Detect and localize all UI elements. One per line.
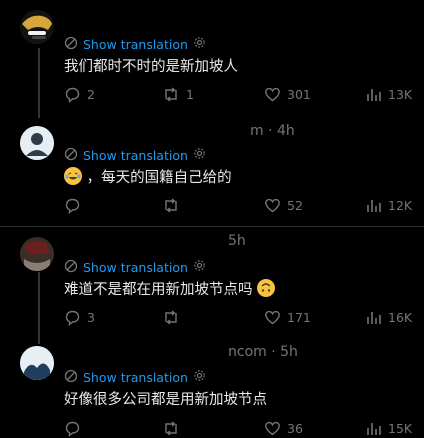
views-button[interactable]: 15K xyxy=(366,418,412,438)
avatar[interactable] xyxy=(20,126,54,160)
reply-count: 2 xyxy=(87,86,95,102)
redacted-name xyxy=(60,120,250,142)
like-icon xyxy=(265,198,280,212)
tweet-text: 好像很多公司都是用新加坡节点 xyxy=(64,388,267,409)
reply-icon xyxy=(65,421,80,437)
retweet-count: 1 xyxy=(186,86,194,102)
show-translation-link[interactable]: Show translation xyxy=(64,35,206,53)
avatar[interactable] xyxy=(20,237,54,271)
views-icon xyxy=(367,422,381,435)
retweet-button[interactable] xyxy=(162,307,186,327)
retweet-icon xyxy=(165,420,177,436)
like-icon xyxy=(265,87,280,101)
redacted-name xyxy=(60,231,225,253)
tweet[interactable]: m · 4h Show translation ，每天的国籍自己给的 52 12… xyxy=(0,118,424,226)
gear-icon[interactable] xyxy=(193,147,206,163)
tweet-actions: 36 15K xyxy=(64,418,414,438)
globe-translate-icon xyxy=(64,259,78,276)
tweet-text-content: 难道不是都在用新加坡节点吗 xyxy=(64,282,253,298)
tweet-text: 我们都时不时的是新加坡人 xyxy=(64,55,238,76)
upside-down-face-emoji-icon xyxy=(257,279,276,297)
globe-translate-icon xyxy=(64,36,78,53)
view-count: 16K xyxy=(388,309,413,325)
like-button[interactable]: 301 xyxy=(264,84,311,104)
tweet-text: 难道不是都在用新加坡节点吗 xyxy=(64,278,276,299)
tweet-text-content: 好像很多公司都是用新加坡节点 xyxy=(64,392,267,408)
like-icon xyxy=(265,310,280,324)
views-button[interactable]: 12K xyxy=(366,195,412,215)
views-icon xyxy=(367,311,381,324)
reply-icon xyxy=(65,198,80,214)
show-translation-link[interactable]: Show translation xyxy=(64,146,206,164)
tweet-actions: 52 12K xyxy=(64,195,414,215)
like-count: 52 xyxy=(287,197,303,213)
tweet-text-content: 我们都时不时的是新加坡人 xyxy=(64,59,238,75)
view-count: 15K xyxy=(388,420,413,436)
retweet-icon xyxy=(165,197,177,213)
tweet[interactable]: ncom · 5h Show translation 好像很多公司都是用新加坡节… xyxy=(0,338,424,437)
like-button[interactable]: 36 xyxy=(264,418,303,438)
like-button[interactable]: 52 xyxy=(264,195,303,215)
views-button[interactable]: 16K xyxy=(366,307,412,327)
tweet-actions: 2 1 301 13K xyxy=(64,84,414,104)
avatar[interactable] xyxy=(20,10,54,44)
laughing-tears-emoji-icon xyxy=(64,167,82,185)
retweet-button[interactable] xyxy=(162,418,186,438)
reply-button[interactable] xyxy=(64,418,87,438)
show-translation-label: Show translation xyxy=(83,369,188,385)
like-count: 36 xyxy=(287,420,303,436)
views-icon xyxy=(367,88,381,101)
tweet[interactable]: 5h Show translation 难道不是都在用新加坡节点吗 3 171 xyxy=(0,227,424,337)
like-count: 301 xyxy=(287,86,311,102)
reply-icon xyxy=(65,87,80,103)
tweet[interactable]: Show translation 我们都时不时的是新加坡人 2 1 301 13… xyxy=(0,0,424,118)
tweet-handle-time: m · 4h xyxy=(250,123,295,139)
show-translation-link[interactable]: Show translation xyxy=(64,258,206,276)
tweet-handle-time: ncom · 5h xyxy=(228,344,298,360)
gear-icon[interactable] xyxy=(193,36,206,52)
reply-button[interactable] xyxy=(64,195,87,215)
tweet-handle-time: 5h xyxy=(228,233,246,249)
tweet-text: ，每天的国籍自己给的 xyxy=(64,166,232,187)
show-translation-label: Show translation xyxy=(83,259,188,275)
show-translation-label: Show translation xyxy=(83,36,188,52)
retweet-button[interactable]: 1 xyxy=(162,84,194,104)
retweet-icon xyxy=(165,309,177,325)
tweet-actions: 3 171 16K xyxy=(64,307,414,327)
reply-count: 3 xyxy=(87,309,95,325)
avatar[interactable] xyxy=(20,346,54,380)
reply-button[interactable]: 2 xyxy=(64,84,95,104)
reply-button[interactable]: 3 xyxy=(64,307,95,327)
gear-icon[interactable] xyxy=(193,369,206,385)
view-count: 13K xyxy=(388,86,413,102)
views-icon xyxy=(367,199,381,212)
globe-translate-icon xyxy=(64,369,78,386)
retweet-button[interactable] xyxy=(162,195,186,215)
reply-icon xyxy=(65,310,80,326)
gear-icon[interactable] xyxy=(193,259,206,275)
views-button[interactable]: 13K xyxy=(366,84,412,104)
like-icon xyxy=(265,421,280,435)
like-button[interactable]: 171 xyxy=(264,307,311,327)
like-count: 171 xyxy=(287,309,311,325)
globe-translate-icon xyxy=(64,147,78,164)
show-translation-link[interactable]: Show translation xyxy=(64,368,206,386)
tweet-text-content: ，每天的国籍自己给的 xyxy=(86,170,232,186)
redacted-name xyxy=(60,342,230,364)
retweet-icon xyxy=(165,86,177,102)
view-count: 12K xyxy=(388,197,413,213)
show-translation-label: Show translation xyxy=(83,147,188,163)
